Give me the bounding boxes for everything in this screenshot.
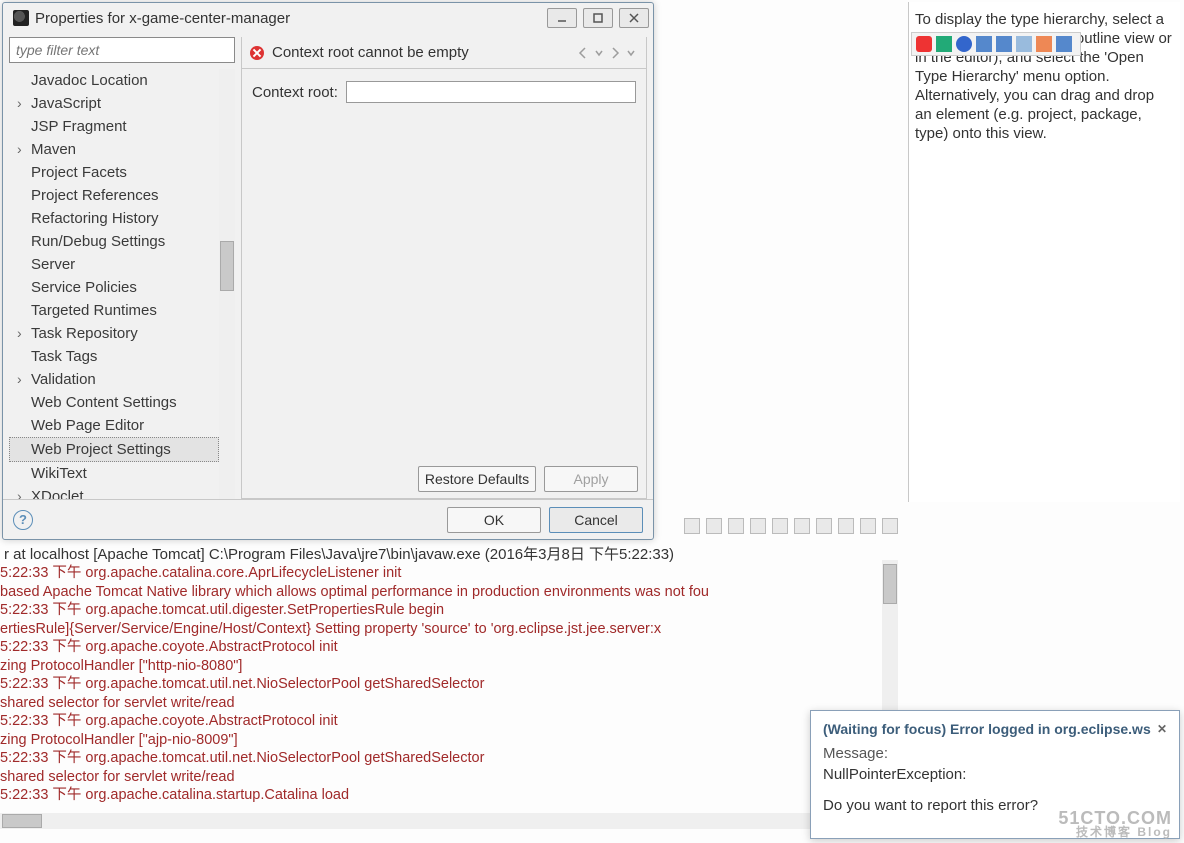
console-line: based Apache Tomcat Native library which… <box>0 583 882 602</box>
console-output[interactable]: 5:22:33 下午 org.apache.catalina.core.AprL… <box>0 564 882 813</box>
console-line: ertiesRule]{Server/Service/Engine/Host/C… <box>0 620 882 639</box>
tree-item[interactable]: Validation <box>9 368 219 391</box>
ok-button[interactable]: OK <box>447 507 541 533</box>
toolbar-icon[interactable] <box>750 518 766 534</box>
type-hierarchy-panel: To display the type hierarchy, select a … <box>908 2 1180 502</box>
tree-item[interactable]: WikiText <box>9 462 219 485</box>
toolbar-icon[interactable] <box>772 518 788 534</box>
cancel-button[interactable]: Cancel <box>549 507 643 533</box>
toolbar-icon[interactable] <box>882 518 898 534</box>
popup-title: (Waiting for focus) Error logged in org.… <box>823 721 1151 737</box>
toolbar-icon[interactable] <box>794 518 810 534</box>
maximize-button[interactable] <box>583 8 613 28</box>
context-root-label: Context root: <box>252 84 338 101</box>
error-popup: (Waiting for focus) Error logged in org.… <box>810 710 1180 839</box>
tree-item[interactable]: Task Tags <box>9 345 219 368</box>
titlebar[interactable]: Properties for x-game-center-manager <box>3 3 653 33</box>
back-icon[interactable] <box>576 46 590 60</box>
console-line: 5:22:33 下午 org.apache.catalina.core.AprL… <box>0 564 882 583</box>
eclipse-icon <box>13 10 29 26</box>
console-line: 5:22:33 下午 org.apache.tomcat.util.digest… <box>0 601 882 620</box>
popup-message-label: Message: <box>823 745 1167 762</box>
console-line: 5:22:33 下午 org.apache.coyote.AbstractPro… <box>0 638 882 657</box>
toolbar-icon[interactable] <box>816 518 832 534</box>
settings-pane: Context root cannot be empty Context roo… <box>241 37 647 499</box>
tree-item[interactable]: Web Content Settings <box>9 391 219 414</box>
console-title: r at localhost [Apache Tomcat] C:\Progra… <box>0 543 1184 563</box>
close-button[interactable] <box>619 8 649 28</box>
filter-input[interactable] <box>9 37 235 63</box>
ime-tshirt-icon[interactable] <box>1036 36 1052 52</box>
toolbar-icon[interactable] <box>706 518 722 534</box>
tree-item[interactable]: Web Project Settings <box>9 437 219 462</box>
forward-menu-icon[interactable] <box>624 46 638 60</box>
dialog-footer: ? OK Cancel <box>3 499 653 539</box>
error-message: Context root cannot be empty <box>272 44 574 61</box>
toolbar-icon[interactable] <box>684 518 700 534</box>
error-icon <box>250 46 264 60</box>
toolbar-icon[interactable] <box>728 518 744 534</box>
tree-item[interactable]: Run/Debug Settings <box>9 230 219 253</box>
console-hscroll[interactable] <box>0 813 880 829</box>
tree-item[interactable]: Web Page Editor <box>9 414 219 437</box>
ime-moon-icon[interactable] <box>956 36 972 52</box>
console-line: 5:22:33 下午 org.apache.tomcat.util.net.Ni… <box>0 749 882 768</box>
tree-item[interactable]: XDoclet <box>9 485 219 499</box>
message-bar: Context root cannot be empty <box>242 37 646 69</box>
ime-toolbar[interactable] <box>911 32 1081 56</box>
sogou-icon[interactable] <box>916 36 932 52</box>
minimize-button[interactable] <box>547 8 577 28</box>
tree-item[interactable]: Refactoring History <box>9 207 219 230</box>
console-line: 5:22:33 下午 org.apache.tomcat.util.net.Ni… <box>0 675 882 694</box>
console-line: zing ProtocolHandler ["http-nio-8080"] <box>0 657 882 676</box>
tree-item[interactable]: Server <box>9 253 219 276</box>
tree-item[interactable]: Task Repository <box>9 322 219 345</box>
ime-keyboard-icon[interactable] <box>996 36 1012 52</box>
console-line: 5:22:33 下午 org.apache.coyote.AbstractPro… <box>0 712 882 731</box>
ime-cn-icon[interactable] <box>936 36 952 52</box>
tree-item[interactable]: JavaScript <box>9 92 219 115</box>
hierarchy-hint-text: To display the type hierarchy, select a … <box>915 11 1172 142</box>
category-tree[interactable]: Javadoc LocationJavaScriptJSP FragmentMa… <box>9 69 219 499</box>
forward-icon[interactable] <box>608 46 622 60</box>
tree-scrollbar[interactable] <box>219 69 235 499</box>
console-line: 5:22:33 下午 org.apache.catalina.startup.C… <box>0 786 882 805</box>
popup-close-icon[interactable]: ✕ <box>1157 722 1167 736</box>
toolbar-icon[interactable] <box>838 518 854 534</box>
tree-item[interactable]: Service Policies <box>9 276 219 299</box>
console-line: zing ProtocolHandler ["ajp-nio-8009"] <box>0 731 882 750</box>
tree-item[interactable]: Targeted Runtimes <box>9 299 219 322</box>
restore-defaults-button[interactable]: Restore Defaults <box>418 466 536 492</box>
toolbar-icon[interactable] <box>860 518 876 534</box>
context-root-input[interactable] <box>346 81 636 103</box>
popup-message: NullPointerException: <box>823 766 1167 783</box>
console-line: shared selector for servlet write/read <box>0 768 882 787</box>
ime-tool-icon[interactable] <box>1056 36 1072 52</box>
tree-item[interactable]: Maven <box>9 138 219 161</box>
ime-punct-icon[interactable] <box>976 36 992 52</box>
dialog-title: Properties for x-game-center-manager <box>35 10 547 27</box>
help-icon[interactable]: ? <box>13 510 33 530</box>
properties-dialog: Properties for x-game-center-manager Jav… <box>2 2 654 540</box>
apply-button[interactable]: Apply <box>544 466 638 492</box>
console-line: shared selector for servlet write/read <box>0 694 882 713</box>
tree-item[interactable]: JSP Fragment <box>9 115 219 138</box>
tree-item[interactable]: Project References <box>9 184 219 207</box>
popup-question: Do you want to report this error? <box>823 797 1167 814</box>
ime-skin-icon[interactable] <box>1016 36 1032 52</box>
back-menu-icon[interactable] <box>592 46 606 60</box>
tree-item[interactable]: Javadoc Location <box>9 69 219 92</box>
view-toolbar <box>684 516 898 536</box>
tree-item[interactable]: Project Facets <box>9 161 219 184</box>
category-pane: Javadoc LocationJavaScriptJSP FragmentMa… <box>9 37 235 499</box>
